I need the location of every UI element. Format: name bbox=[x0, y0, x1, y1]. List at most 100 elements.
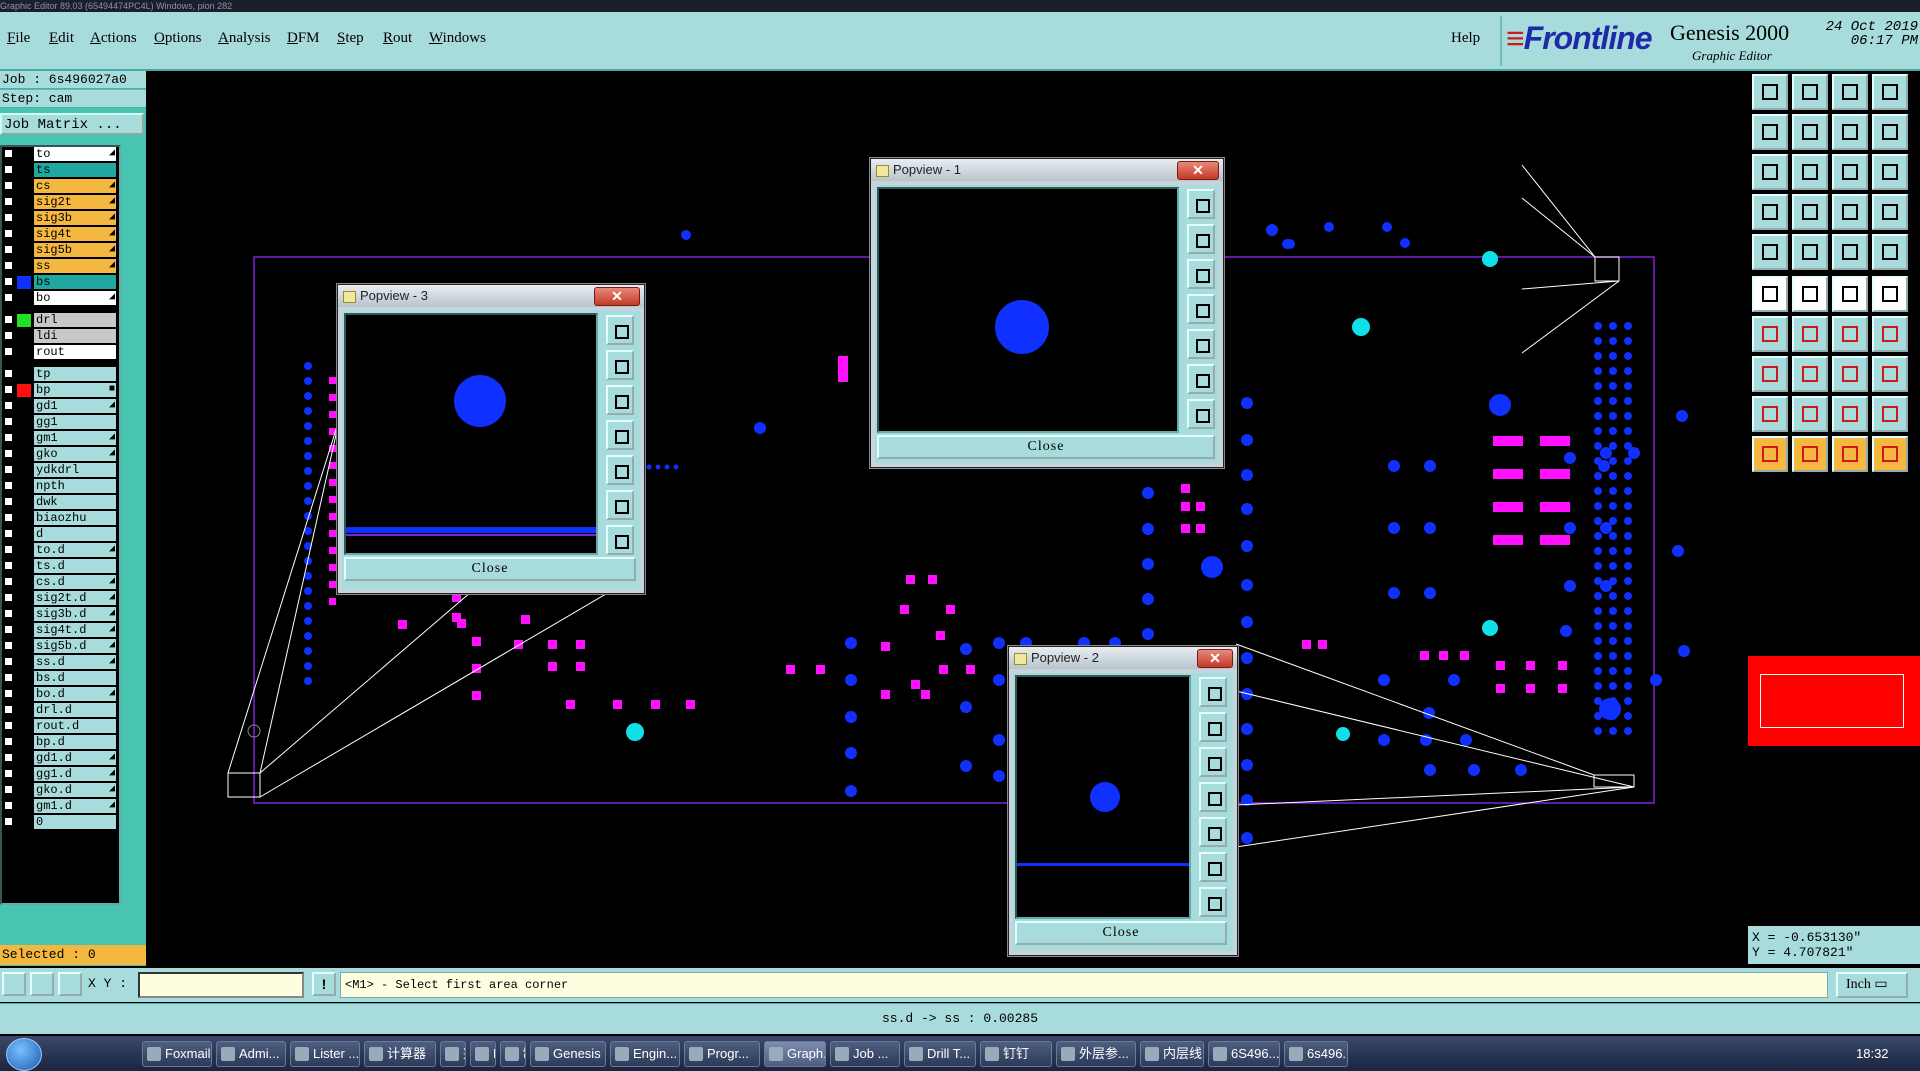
layer-checkbox[interactable] bbox=[4, 385, 13, 394]
popview-1-view[interactable] bbox=[877, 187, 1179, 433]
layer-row[interactable]: tp bbox=[2, 367, 119, 382]
layer-row[interactable]: drl.d bbox=[2, 703, 119, 718]
layer-checkbox[interactable] bbox=[4, 417, 13, 426]
layer-color-swatch[interactable] bbox=[17, 260, 31, 273]
start-button[interactable] bbox=[6, 1038, 42, 1071]
connect-icon[interactable] bbox=[1752, 276, 1788, 312]
job-matrix-button[interactable]: Job Matrix ... bbox=[0, 113, 144, 135]
layer-row[interactable]: ss.d ◢ bbox=[2, 655, 119, 670]
layer-row[interactable]: gm1 ◢ bbox=[2, 431, 119, 446]
layer-color-swatch[interactable] bbox=[17, 656, 31, 669]
next-icon[interactable] bbox=[1792, 114, 1828, 150]
layer-name[interactable]: sig3b bbox=[34, 211, 116, 225]
zoom-fit-icon[interactable] bbox=[1199, 677, 1227, 707]
layer-color-swatch[interactable] bbox=[17, 784, 31, 797]
prev-icon[interactable] bbox=[1752, 114, 1788, 150]
menu-options[interactable]: Options bbox=[154, 30, 202, 47]
layer-checkbox[interactable] bbox=[4, 593, 13, 602]
layer-color-swatch[interactable] bbox=[17, 180, 31, 193]
layer-row[interactable]: 0 bbox=[2, 815, 119, 830]
layer-row[interactable]: sig4t.d ◢ bbox=[2, 623, 119, 638]
layer-row[interactable]: gd1.d ◢ bbox=[2, 751, 119, 766]
zoom-fit-icon[interactable] bbox=[1187, 189, 1215, 219]
menu-rout[interactable]: Rout bbox=[383, 30, 412, 47]
layer-color-swatch[interactable] bbox=[17, 736, 31, 749]
layer-checkbox[interactable] bbox=[4, 347, 13, 356]
triangle2-icon[interactable] bbox=[1792, 396, 1828, 432]
layer-checkbox[interactable] bbox=[4, 737, 13, 746]
layer-row[interactable]: bo.d ◢ bbox=[2, 687, 119, 702]
home-icon[interactable] bbox=[1199, 887, 1227, 917]
layer-name[interactable]: bo bbox=[34, 291, 116, 305]
arc-icon[interactable] bbox=[1832, 316, 1868, 352]
layer-row[interactable]: npth bbox=[2, 479, 119, 494]
layer-row[interactable]: sig5b.d ◢ bbox=[2, 639, 119, 654]
layer-color-swatch[interactable] bbox=[17, 576, 31, 589]
layer-color-swatch[interactable] bbox=[17, 480, 31, 493]
layer-name[interactable]: npth bbox=[34, 479, 116, 493]
layer-checkbox[interactable] bbox=[4, 465, 13, 474]
layer-checkbox[interactable] bbox=[4, 689, 13, 698]
layer-checkbox[interactable] bbox=[4, 497, 13, 506]
menu-step[interactable]: Step bbox=[337, 30, 364, 47]
taskbar-item[interactable]: Drill T... bbox=[904, 1041, 976, 1067]
unit-selector[interactable]: Inch ▭ bbox=[1836, 972, 1908, 998]
layer-color-swatch[interactable] bbox=[17, 432, 31, 445]
layer-color-swatch[interactable] bbox=[17, 346, 31, 359]
xy-input[interactable] bbox=[138, 972, 304, 998]
popview-2-close-button[interactable]: Close bbox=[1015, 921, 1227, 945]
layout-icon[interactable] bbox=[1872, 74, 1908, 110]
fit-all-icon[interactable] bbox=[1199, 852, 1227, 882]
layer-name[interactable]: 0 bbox=[34, 815, 116, 829]
pan-icon[interactable] bbox=[1199, 782, 1227, 812]
layer-checkbox[interactable] bbox=[4, 197, 13, 206]
taskbar-item[interactable]: Genesis bbox=[530, 1041, 606, 1067]
triangle-icon[interactable] bbox=[1752, 396, 1788, 432]
layer-row[interactable]: gg1 bbox=[2, 415, 119, 430]
layer-name[interactable]: gm1.d bbox=[34, 799, 116, 813]
layer-row[interactable]: sig3b.d ◢ bbox=[2, 607, 119, 622]
layer-checkbox[interactable] bbox=[4, 165, 13, 174]
snap-icon[interactable] bbox=[1832, 194, 1868, 230]
taskbar-item[interactable]: 兴森快... bbox=[440, 1041, 466, 1067]
pan-icon[interactable] bbox=[606, 420, 634, 450]
home-icon[interactable] bbox=[1832, 74, 1868, 110]
layer-color-swatch[interactable] bbox=[17, 368, 31, 381]
layer-row[interactable]: ydkdrl bbox=[2, 463, 119, 478]
fit-all-icon[interactable] bbox=[1187, 364, 1215, 394]
layer-name[interactable]: ts bbox=[34, 163, 116, 177]
triangle3-icon[interactable] bbox=[1832, 396, 1868, 432]
layer-checkbox[interactable] bbox=[4, 561, 13, 570]
taskbar-item[interactable]: EDS工... bbox=[470, 1041, 496, 1067]
layer-row[interactable]: biaozhu bbox=[2, 511, 119, 526]
layer-name[interactable]: cs.d bbox=[34, 575, 116, 589]
taskbar-item[interactable]: 制作规... bbox=[500, 1041, 526, 1067]
layer-checkbox[interactable] bbox=[4, 625, 13, 634]
layer-name[interactable]: sig3b.d bbox=[34, 607, 116, 621]
layer-checkbox[interactable] bbox=[4, 293, 13, 302]
layer-row[interactable]: gg1.d ◢ bbox=[2, 767, 119, 782]
layer-name[interactable]: to.d bbox=[34, 543, 116, 557]
layer-color-swatch[interactable] bbox=[17, 148, 31, 161]
layer-row[interactable]: dwk bbox=[2, 495, 119, 510]
overview-map[interactable] bbox=[1748, 656, 1920, 746]
layer-name[interactable]: gko.d bbox=[34, 783, 116, 797]
layer-row[interactable]: sig5b ◢ bbox=[2, 243, 119, 258]
layer-row[interactable]: sig4t ◢ bbox=[2, 227, 119, 242]
help-icon[interactable] bbox=[1872, 154, 1908, 190]
draw-icon[interactable] bbox=[1792, 234, 1828, 270]
layer-color-swatch[interactable] bbox=[17, 212, 31, 225]
layer-color-swatch[interactable] bbox=[17, 496, 31, 509]
layer-color-swatch[interactable] bbox=[17, 560, 31, 573]
layer-checkbox[interactable] bbox=[4, 481, 13, 490]
menu-actions[interactable]: Actions bbox=[90, 30, 137, 47]
layer-name[interactable]: bs.d bbox=[34, 671, 116, 685]
taskbar-item[interactable]: 6s496... bbox=[1284, 1041, 1348, 1067]
layer-name[interactable]: sig4t bbox=[34, 227, 116, 241]
ratio-icon[interactable] bbox=[1832, 154, 1868, 190]
select-icon[interactable] bbox=[1752, 436, 1788, 472]
arrow-icon[interactable] bbox=[1872, 276, 1908, 312]
layer-row[interactable]: sig3b ◢ bbox=[2, 211, 119, 226]
layer-name[interactable]: rout bbox=[34, 345, 116, 359]
popview-2-close-icon[interactable]: ✕ bbox=[1197, 649, 1233, 668]
